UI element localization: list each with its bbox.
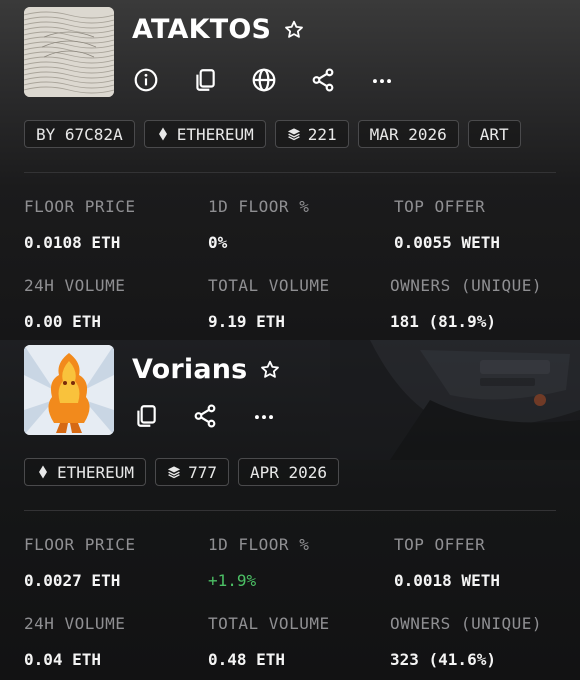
category-chip[interactable]: ART bbox=[467, 120, 521, 148]
copy-icon bbox=[196, 69, 215, 91]
star-icon[interactable] bbox=[259, 359, 281, 381]
stat-total-volume: TOTAL VOLUME 0.48 ETH bbox=[208, 614, 330, 669]
stat-top-offer: TOP OFFER 0.0055 WETH bbox=[394, 197, 500, 252]
stat-value: 323 (41.6%) bbox=[390, 650, 496, 669]
stat-value: 181 (81.9%) bbox=[390, 312, 496, 331]
stat-label: 1D FLOOR % bbox=[208, 197, 310, 216]
stat-total-volume: TOTAL VOLUME 9.19 ETH bbox=[208, 276, 330, 331]
stat-value-positive: +1.9% bbox=[208, 571, 257, 590]
stat-label: 24H VOLUME bbox=[24, 614, 126, 633]
stat-label: TOP OFFER bbox=[394, 535, 486, 554]
copy-button[interactable] bbox=[191, 66, 219, 94]
info-icon bbox=[134, 68, 158, 92]
divider bbox=[24, 172, 556, 173]
stat-24h-volume: 24H VOLUME 0.04 ETH bbox=[24, 614, 125, 669]
stat-value: 0.0055 WETH bbox=[394, 233, 500, 252]
banner-background-image bbox=[330, 340, 580, 460]
items-chip[interactable]: 221 bbox=[274, 120, 349, 148]
creator-chip[interactable]: BY 67C82A bbox=[24, 120, 135, 148]
creator-chip-label: BY 67C82A bbox=[36, 124, 123, 144]
stat-value: 0.0108 ETH bbox=[24, 233, 121, 252]
fire-character-image bbox=[24, 345, 114, 435]
collection-name: Vorians bbox=[132, 354, 248, 385]
stat-label: TOP OFFER bbox=[394, 197, 486, 216]
collection-actions bbox=[132, 66, 396, 94]
stat-label: OWNERS (UNIQUE) bbox=[390, 276, 542, 295]
info-button[interactable] bbox=[132, 66, 160, 94]
collection-name: ATAKTOS bbox=[132, 14, 272, 45]
stat-24h-volume: 24H VOLUME 0.00 ETH bbox=[24, 276, 125, 331]
collection-card-vorians: Vorians ETHEREUM 777 APR 2026 FLOOR PRIC… bbox=[0, 340, 580, 680]
stat-value: 0.04 ETH bbox=[24, 650, 102, 669]
layers-icon bbox=[287, 128, 300, 141]
globe-icon bbox=[252, 68, 276, 92]
stat-label: 24H VOLUME bbox=[24, 276, 126, 295]
website-button[interactable] bbox=[250, 66, 278, 94]
collection-actions bbox=[132, 402, 278, 430]
collection-title-row: ATAKTOS bbox=[132, 14, 305, 45]
share-icon bbox=[194, 404, 216, 428]
items-chip[interactable]: 777 bbox=[155, 458, 229, 486]
date-chip[interactable]: APR 2026 bbox=[237, 458, 340, 486]
stat-owners: OWNERS (UNIQUE) 181 (81.9%) bbox=[390, 276, 542, 331]
date-chip-label: MAR 2026 bbox=[369, 124, 447, 144]
collection-thumbnail[interactable] bbox=[24, 7, 114, 97]
chain-chip[interactable]: ETHEREUM bbox=[24, 458, 147, 486]
stat-floor-change: 1D FLOOR % +1.9% bbox=[208, 535, 309, 590]
date-chip-label: APR 2026 bbox=[249, 462, 328, 482]
items-chip-label: 777 bbox=[188, 462, 217, 482]
stat-floor-price: FLOOR PRICE 0.0108 ETH bbox=[24, 197, 135, 252]
collection-thumbnail[interactable] bbox=[24, 345, 114, 435]
share-button[interactable] bbox=[191, 402, 219, 430]
layers-icon bbox=[167, 466, 181, 479]
stat-value: 0.00 ETH bbox=[24, 312, 102, 331]
stat-label: TOTAL VOLUME bbox=[208, 276, 330, 295]
items-chip-label: 221 bbox=[307, 124, 337, 144]
chain-chip-label: ETHEREUM bbox=[57, 462, 135, 482]
copy-button[interactable] bbox=[132, 402, 160, 430]
collection-chips: BY 67C82A ETHEREUM 221 MAR 2026 ART bbox=[24, 120, 521, 148]
chain-chip-label: ETHEREUM bbox=[176, 124, 254, 144]
stat-floor-price: FLOOR PRICE 0.0027 ETH bbox=[24, 535, 135, 590]
date-chip[interactable]: MAR 2026 bbox=[357, 120, 459, 148]
more-button[interactable] bbox=[250, 402, 278, 430]
more-icon bbox=[255, 415, 273, 420]
stat-value: 0% bbox=[208, 233, 228, 252]
stat-label: TOTAL VOLUME bbox=[208, 614, 330, 633]
stat-label: FLOOR PRICE bbox=[24, 535, 136, 554]
stat-value: 9.19 ETH bbox=[208, 312, 286, 331]
ethereum-icon bbox=[158, 127, 167, 141]
stat-label: FLOOR PRICE bbox=[24, 197, 136, 216]
stat-owners: OWNERS (UNIQUE) 323 (41.6%) bbox=[390, 614, 542, 669]
share-icon bbox=[312, 68, 334, 92]
stat-top-offer: TOP OFFER 0.0018 WETH bbox=[394, 535, 500, 590]
chain-chip[interactable]: ETHEREUM bbox=[143, 120, 266, 148]
collection-card-ataktos: ATAKTOS BY 67C82A ETHEREUM 221 MAR 2026 … bbox=[0, 0, 580, 340]
share-button[interactable] bbox=[309, 66, 337, 94]
more-icon bbox=[373, 79, 391, 84]
stat-value: 0.0018 WETH bbox=[394, 571, 500, 590]
more-button[interactable] bbox=[368, 66, 396, 94]
collection-title-row: Vorians bbox=[132, 354, 281, 385]
stat-value: 0.48 ETH bbox=[208, 650, 286, 669]
stat-value: 0.0027 ETH bbox=[24, 571, 121, 590]
copy-icon bbox=[137, 405, 156, 427]
stat-floor-change: 1D FLOOR % 0% bbox=[208, 197, 309, 252]
collection-chips: ETHEREUM 777 APR 2026 bbox=[24, 458, 340, 486]
ethereum-icon bbox=[39, 465, 47, 479]
divider bbox=[24, 510, 556, 511]
stat-label: 1D FLOOR % bbox=[208, 535, 310, 554]
category-chip-label: ART bbox=[479, 124, 509, 144]
star-icon[interactable] bbox=[283, 19, 305, 41]
wave-artwork-image bbox=[24, 7, 114, 97]
stat-label: OWNERS (UNIQUE) bbox=[390, 614, 542, 633]
